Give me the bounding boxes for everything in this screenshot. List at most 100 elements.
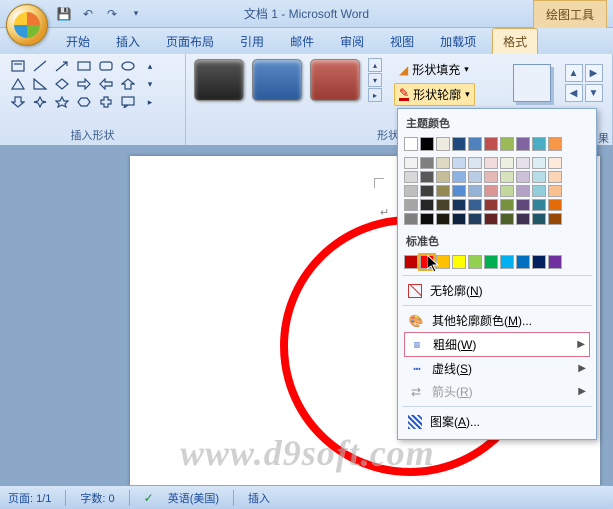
color-swatch[interactable] — [484, 199, 498, 211]
color-swatch[interactable] — [452, 171, 466, 183]
color-swatch[interactable] — [548, 137, 562, 151]
color-swatch[interactable] — [500, 157, 514, 169]
color-swatch[interactable] — [548, 199, 562, 211]
shape-diamond-icon[interactable] — [52, 76, 72, 92]
color-swatch[interactable] — [516, 137, 530, 151]
status-page[interactable]: 页面: 1/1 — [8, 490, 51, 506]
dashes-item[interactable]: ┅ 虚线(S) ▶ — [404, 357, 590, 380]
pattern-item[interactable]: 图案(A)... — [404, 410, 590, 433]
color-swatch[interactable] — [436, 213, 450, 225]
shape-rarrow-icon[interactable] — [74, 76, 94, 92]
color-swatch[interactable] — [404, 171, 418, 183]
arrows-item[interactable]: ⇄ 箭头(R) ▶ — [404, 380, 590, 403]
color-swatch[interactable] — [484, 137, 498, 151]
nudge-down-button[interactable]: ▼ — [585, 84, 603, 102]
color-swatch[interactable] — [548, 255, 562, 269]
color-swatch[interactable] — [484, 171, 498, 183]
style-gallery-more-icon[interactable]: ▸ — [368, 88, 382, 102]
color-swatch[interactable] — [532, 137, 546, 151]
color-swatch[interactable] — [548, 157, 562, 169]
shape-ellipse-icon[interactable] — [118, 58, 138, 74]
color-swatch[interactable] — [420, 213, 434, 225]
redo-button[interactable]: ↷ — [102, 4, 122, 24]
status-language[interactable]: 英语(美国) — [168, 490, 219, 506]
color-swatch[interactable] — [484, 255, 498, 269]
color-swatch[interactable] — [532, 213, 546, 225]
color-swatch[interactable] — [452, 199, 466, 211]
qat-more-button[interactable]: ▾ — [126, 4, 146, 24]
color-swatch[interactable] — [404, 199, 418, 211]
undo-button[interactable]: ↶ — [78, 4, 98, 24]
shape-outline-button[interactable]: ✎ 形状轮廓 ▾ — [394, 83, 475, 106]
save-button[interactable]: 💾 — [54, 4, 74, 24]
color-swatch[interactable] — [420, 185, 434, 197]
shape-callout-icon[interactable] — [118, 94, 138, 110]
shape-larrow-icon[interactable] — [96, 76, 116, 92]
color-swatch[interactable] — [404, 157, 418, 169]
color-swatch[interactable] — [500, 199, 514, 211]
color-swatch[interactable] — [516, 255, 530, 269]
color-swatch[interactable] — [516, 185, 530, 197]
shape-star4-icon[interactable] — [30, 94, 50, 110]
color-swatch[interactable] — [532, 255, 546, 269]
shapes-gallery[interactable]: ▴ ▾ ▸ — [8, 58, 177, 110]
color-swatch[interactable] — [436, 137, 450, 151]
nudge-right-button[interactable]: ▶ — [585, 64, 603, 82]
color-swatch[interactable] — [532, 199, 546, 211]
shape-textbox-icon[interactable] — [8, 58, 28, 74]
color-swatch[interactable] — [516, 213, 530, 225]
shape-rtriangle-icon[interactable] — [30, 76, 50, 92]
style-gallery-up-icon[interactable]: ▴ — [368, 58, 382, 72]
color-swatch[interactable] — [484, 185, 498, 197]
shape-line-icon[interactable] — [30, 58, 50, 74]
color-swatch[interactable] — [404, 213, 418, 225]
nudge-left-button[interactable]: ◀ — [565, 84, 583, 102]
color-swatch[interactable] — [516, 157, 530, 169]
shape-more2-icon[interactable]: ▾ — [140, 76, 160, 92]
color-swatch[interactable] — [500, 213, 514, 225]
color-swatch[interactable] — [532, 171, 546, 183]
tab-view[interactable]: 视图 — [380, 29, 424, 54]
color-swatch[interactable] — [500, 137, 514, 151]
color-swatch[interactable] — [436, 157, 450, 169]
more-colors-item[interactable]: 🎨 其他轮廓颜色(M)... — [404, 309, 590, 332]
color-swatch[interactable] — [532, 185, 546, 197]
color-swatch[interactable] — [468, 137, 482, 151]
style-swatch-3[interactable] — [310, 59, 360, 101]
color-swatch[interactable] — [452, 157, 466, 169]
tab-references[interactable]: 引用 — [230, 29, 274, 54]
color-swatch[interactable] — [420, 157, 434, 169]
color-swatch[interactable] — [484, 213, 498, 225]
shape-fill-button[interactable]: ◢ 形状填充 ▾ — [394, 58, 475, 81]
style-gallery-down-icon[interactable]: ▾ — [368, 73, 382, 87]
style-swatch-2[interactable] — [252, 59, 302, 101]
color-swatch[interactable] — [468, 185, 482, 197]
tab-format[interactable]: 格式 — [492, 28, 538, 54]
office-button[interactable] — [6, 4, 48, 46]
color-swatch[interactable] — [516, 171, 530, 183]
color-swatch[interactable] — [452, 213, 466, 225]
nudge-up-button[interactable]: ▲ — [565, 64, 583, 82]
color-swatch[interactable] — [548, 185, 562, 197]
tab-mailings[interactable]: 邮件 — [280, 29, 324, 54]
color-swatch[interactable] — [420, 199, 434, 211]
color-swatch[interactable] — [468, 171, 482, 183]
color-swatch[interactable] — [468, 157, 482, 169]
shape-more1-icon[interactable]: ▴ — [140, 58, 160, 74]
color-swatch[interactable] — [500, 171, 514, 183]
no-outline-item[interactable]: 无轮廓(N) — [404, 279, 590, 302]
tab-addins[interactable]: 加载项 — [430, 29, 486, 54]
color-swatch[interactable] — [516, 199, 530, 211]
color-swatch[interactable] — [548, 213, 562, 225]
color-swatch[interactable] — [436, 185, 450, 197]
weight-item[interactable]: ≡ 粗细(W) ▶ — [404, 332, 590, 357]
color-swatch[interactable] — [452, 137, 466, 151]
tab-review[interactable]: 审阅 — [330, 29, 374, 54]
tab-pagelayout[interactable]: 页面布局 — [156, 29, 224, 54]
color-swatch[interactable] — [404, 185, 418, 197]
shape-hex-icon[interactable] — [74, 94, 94, 110]
shape-star5-icon[interactable] — [52, 94, 72, 110]
color-swatch[interactable] — [420, 137, 434, 151]
shape-gallery-more-icon[interactable]: ▸ — [140, 94, 160, 110]
color-swatch[interactable] — [500, 255, 514, 269]
